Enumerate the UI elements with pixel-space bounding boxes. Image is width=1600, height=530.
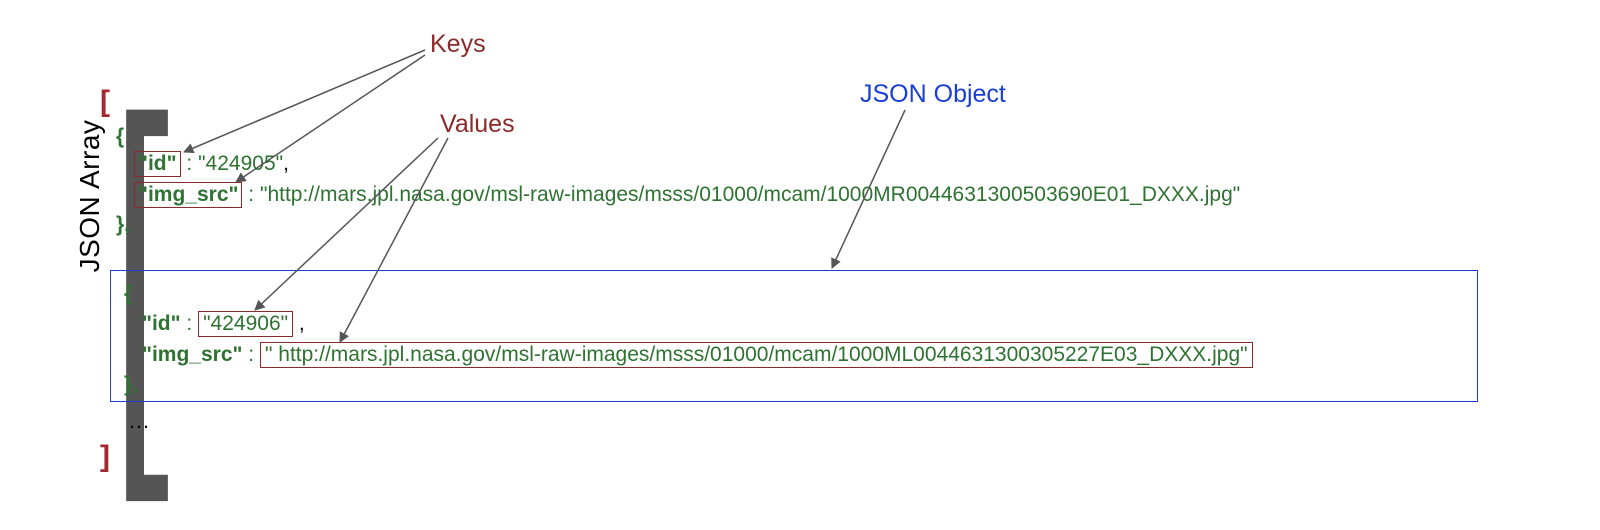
obj1-id-val: "424905" xyxy=(198,152,283,175)
obj1-img-val: "http://mars.jpl.nasa.gov/msl-raw-images… xyxy=(260,183,1240,206)
brace-close-2: }, xyxy=(124,373,138,396)
comma-1a: , xyxy=(283,152,289,175)
obj2-open-brace: { xyxy=(124,282,132,306)
obj1-id-line: "id" : "424905", xyxy=(134,152,289,176)
colon-2b: : xyxy=(242,343,260,366)
colon-2a: : xyxy=(181,312,199,335)
obj1-img-key: "img_src" xyxy=(134,182,242,208)
colon-1a: : xyxy=(181,152,199,175)
colon-1b: : xyxy=(242,183,260,206)
obj2-img-val: " http://mars.jpl.nasa.gov/msl-raw-image… xyxy=(260,342,1253,368)
obj2-img-line: "img_src" : " http://mars.jpl.nasa.gov/m… xyxy=(142,343,1253,367)
inner-close-bracket: ] xyxy=(100,440,110,474)
ellipsis: … xyxy=(128,408,150,434)
brace-close-1: }, xyxy=(116,213,130,236)
obj2-close-brace: }, xyxy=(124,373,138,397)
obj1-id-key: "id" xyxy=(134,151,181,177)
comma-2a: , xyxy=(299,312,305,335)
arrow-keys-1 xyxy=(184,50,425,152)
obj2-id-line: "id" : "424906" , xyxy=(142,312,305,336)
obj2-img-key: "img_src" xyxy=(142,343,242,366)
anno-values: Values xyxy=(440,110,515,139)
diagram-stage: JSON Array [ Keys Values JSON Object [ {… xyxy=(0,0,1600,530)
anno-keys: Keys xyxy=(430,30,486,59)
brace-open-1: { xyxy=(116,125,124,148)
brace-open-2: { xyxy=(124,282,132,305)
obj1-open-brace: { xyxy=(116,125,124,149)
obj2-id-key: "id" xyxy=(142,312,181,335)
obj1-close-brace: }, xyxy=(116,213,130,237)
json-object-box xyxy=(110,270,1478,402)
obj2-id-val: "424906" xyxy=(198,311,293,337)
obj1-img-line: "img_src" : "http://mars.jpl.nasa.gov/ms… xyxy=(134,183,1240,207)
anno-json-object: JSON Object xyxy=(860,80,1006,109)
inner-open-bracket: [ xyxy=(100,85,110,119)
arrow-overlay xyxy=(0,0,1600,530)
